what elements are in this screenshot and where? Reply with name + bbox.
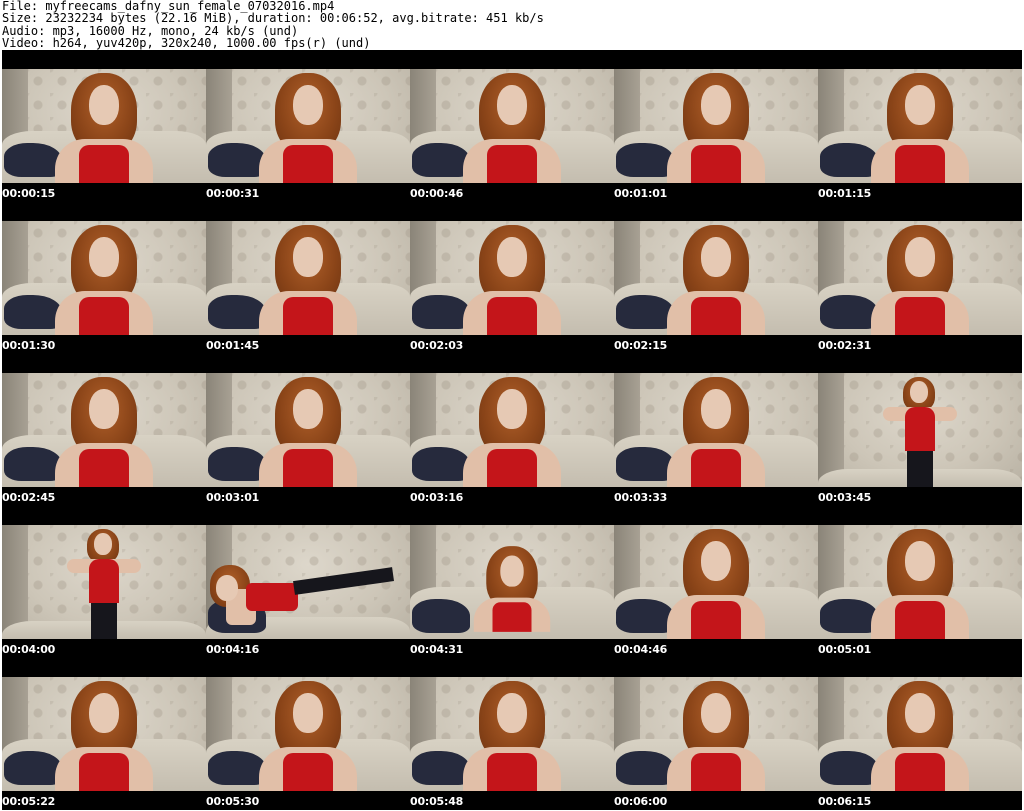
video-frame-image: [818, 69, 1022, 183]
timestamp-label: 00:05:01: [818, 643, 872, 656]
video-frame-image: [818, 221, 1022, 335]
thumbnail: 00:04:46: [614, 506, 818, 658]
timestamp-label: 00:02:45: [2, 491, 56, 504]
video-frame-image: [206, 373, 410, 487]
timestamp-label: 00:05:30: [206, 795, 260, 808]
video-frame-image: [818, 677, 1022, 791]
video-frame-image: [818, 525, 1022, 639]
timestamp-label: 00:03:01: [206, 491, 260, 504]
thumbnail: 00:00:46: [410, 50, 614, 202]
timestamp-label: 00:02:03: [410, 339, 464, 352]
video-frame-image: [614, 677, 818, 791]
video-frame-image: [410, 69, 614, 183]
timestamp-label: 00:06:15: [818, 795, 872, 808]
thumbnail: 00:05:01: [818, 506, 1022, 658]
timestamp-label: 00:05:48: [410, 795, 464, 808]
video-frame-image: [818, 373, 1022, 487]
video-frame-image: [410, 525, 614, 639]
video-frame-image: [614, 525, 818, 639]
thumbnail: 00:03:45: [818, 354, 1022, 506]
thumbnail: 00:06:15: [818, 658, 1022, 810]
video-frame-image: [2, 69, 206, 183]
video-frame-image: [206, 221, 410, 335]
timestamp-label: 00:00:46: [410, 187, 464, 200]
thumbnail: 00:02:15: [614, 202, 818, 354]
thumbnail: 00:03:16: [410, 354, 614, 506]
video-info-line: Video: h264, yuv420p, 320x240, 1000.00 f…: [2, 36, 371, 50]
video-frame-image: [2, 677, 206, 791]
timestamp-label: 00:04:16: [206, 643, 260, 656]
thumbnail: 00:01:01: [614, 50, 818, 202]
thumbnail: 00:03:01: [206, 354, 410, 506]
timestamp-label: 00:04:31: [410, 643, 464, 656]
file-info-header: File: myfreecams_dafny_sun_female_070320…: [2, 0, 1022, 50]
thumbnail: 00:06:00: [614, 658, 818, 810]
video-frame-image: [614, 373, 818, 487]
timestamp-label: 00:03:33: [614, 491, 668, 504]
video-frame-image: [614, 221, 818, 335]
video-frame-image: [2, 373, 206, 487]
thumbnail: 00:02:31: [818, 202, 1022, 354]
thumbnail: 00:01:45: [206, 202, 410, 354]
timestamp-label: 00:02:31: [818, 339, 872, 352]
thumbnail: 00:00:15: [2, 50, 206, 202]
thumbnail: 00:05:48: [410, 658, 614, 810]
video-frame-image: [614, 69, 818, 183]
thumbnail: 00:05:30: [206, 658, 410, 810]
thumbnail: 00:01:15: [818, 50, 1022, 202]
timestamp-label: 00:00:15: [2, 187, 56, 200]
video-frame-image: [206, 677, 410, 791]
timestamp-label: 00:04:00: [2, 643, 56, 656]
thumbnail: 00:04:16: [206, 506, 410, 658]
video-frame-image: [2, 221, 206, 335]
timestamp-label: 00:06:00: [614, 795, 668, 808]
video-frame-image: [2, 525, 206, 639]
thumbnail-grid: 00:00:15 00:00:31 00:00:46 00:01:01 00:01:15…: [2, 50, 1022, 810]
timestamp-label: 00:01:01: [614, 187, 668, 200]
thumbnail: 00:04:00: [2, 506, 206, 658]
timestamp-label: 00:01:45: [206, 339, 260, 352]
thumbnail: 00:00:31: [206, 50, 410, 202]
video-frame-image: [410, 677, 614, 791]
video-frame-image: [410, 221, 614, 335]
timestamp-label: 00:01:15: [818, 187, 872, 200]
video-frame-image: [206, 525, 410, 639]
timestamp-label: 00:01:30: [2, 339, 56, 352]
timestamp-label: 00:00:31: [206, 187, 260, 200]
timestamp-label: 00:02:15: [614, 339, 668, 352]
timestamp-label: 00:03:16: [410, 491, 464, 504]
timestamp-label: 00:04:46: [614, 643, 668, 656]
video-frame-image: [410, 373, 614, 487]
file-size-line: Size: 23232234 bytes (22.16 MiB), durati…: [2, 11, 544, 26]
thumbnail: 00:02:03: [410, 202, 614, 354]
thumbnail: 00:02:45: [2, 354, 206, 506]
thumbnail: 00:03:33: [614, 354, 818, 506]
timestamp-label: 00:03:45: [818, 491, 872, 504]
timestamp-label: 00:05:22: [2, 795, 56, 808]
video-frame-image: [206, 69, 410, 183]
thumbnail: 00:04:31: [410, 506, 614, 658]
thumbnail: 00:01:30: [2, 202, 206, 354]
thumbnail: 00:05:22: [2, 658, 206, 810]
